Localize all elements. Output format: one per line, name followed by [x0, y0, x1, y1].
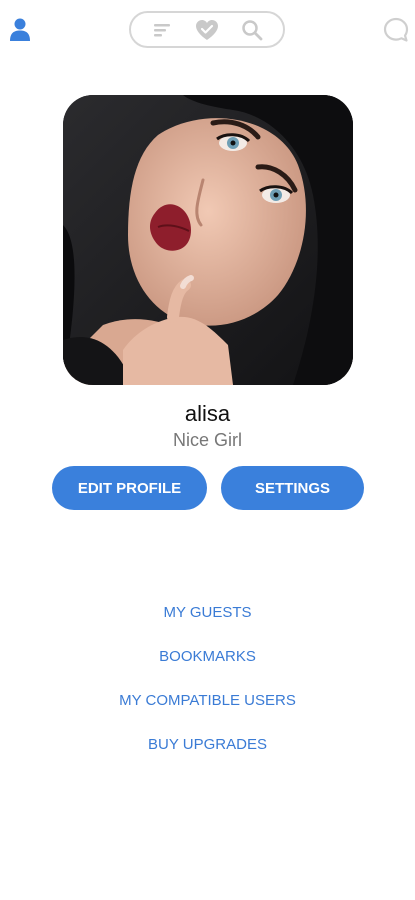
person-icon [10, 18, 30, 41]
profile-photo [63, 95, 353, 385]
likes-button[interactable] [192, 15, 222, 45]
heart-icon [195, 19, 218, 40]
filter-button[interactable] [147, 15, 177, 45]
bookmarks-link[interactable]: BOOKMARKS [0, 644, 415, 688]
search-icon [242, 19, 263, 40]
edit-profile-button[interactable]: EDIT PROFILE [52, 466, 207, 510]
filter-icon [153, 23, 170, 36]
compatible-users-link[interactable]: MY COMPATIBLE USERS [0, 688, 415, 732]
search-button[interactable] [237, 15, 267, 45]
profile-name: alisa [184, 401, 231, 426]
buy-upgrades-link[interactable]: BUY UPGRADES [0, 732, 415, 776]
top-bar [0, 0, 415, 62]
my-guests-link[interactable]: MY GUESTS [0, 600, 415, 644]
nav-pill [129, 11, 285, 48]
profile-links: MY GUESTS BOOKMARKS MY COMPATIBLE USERS … [0, 600, 415, 776]
avatar[interactable] [63, 95, 353, 385]
profile-nav-button[interactable] [8, 15, 32, 43]
profile-status: Nice Girl [172, 430, 242, 450]
chat-button[interactable] [383, 17, 409, 43]
settings-button[interactable]: SETTINGS [221, 466, 364, 510]
chat-bubble-icon [383, 17, 409, 42]
